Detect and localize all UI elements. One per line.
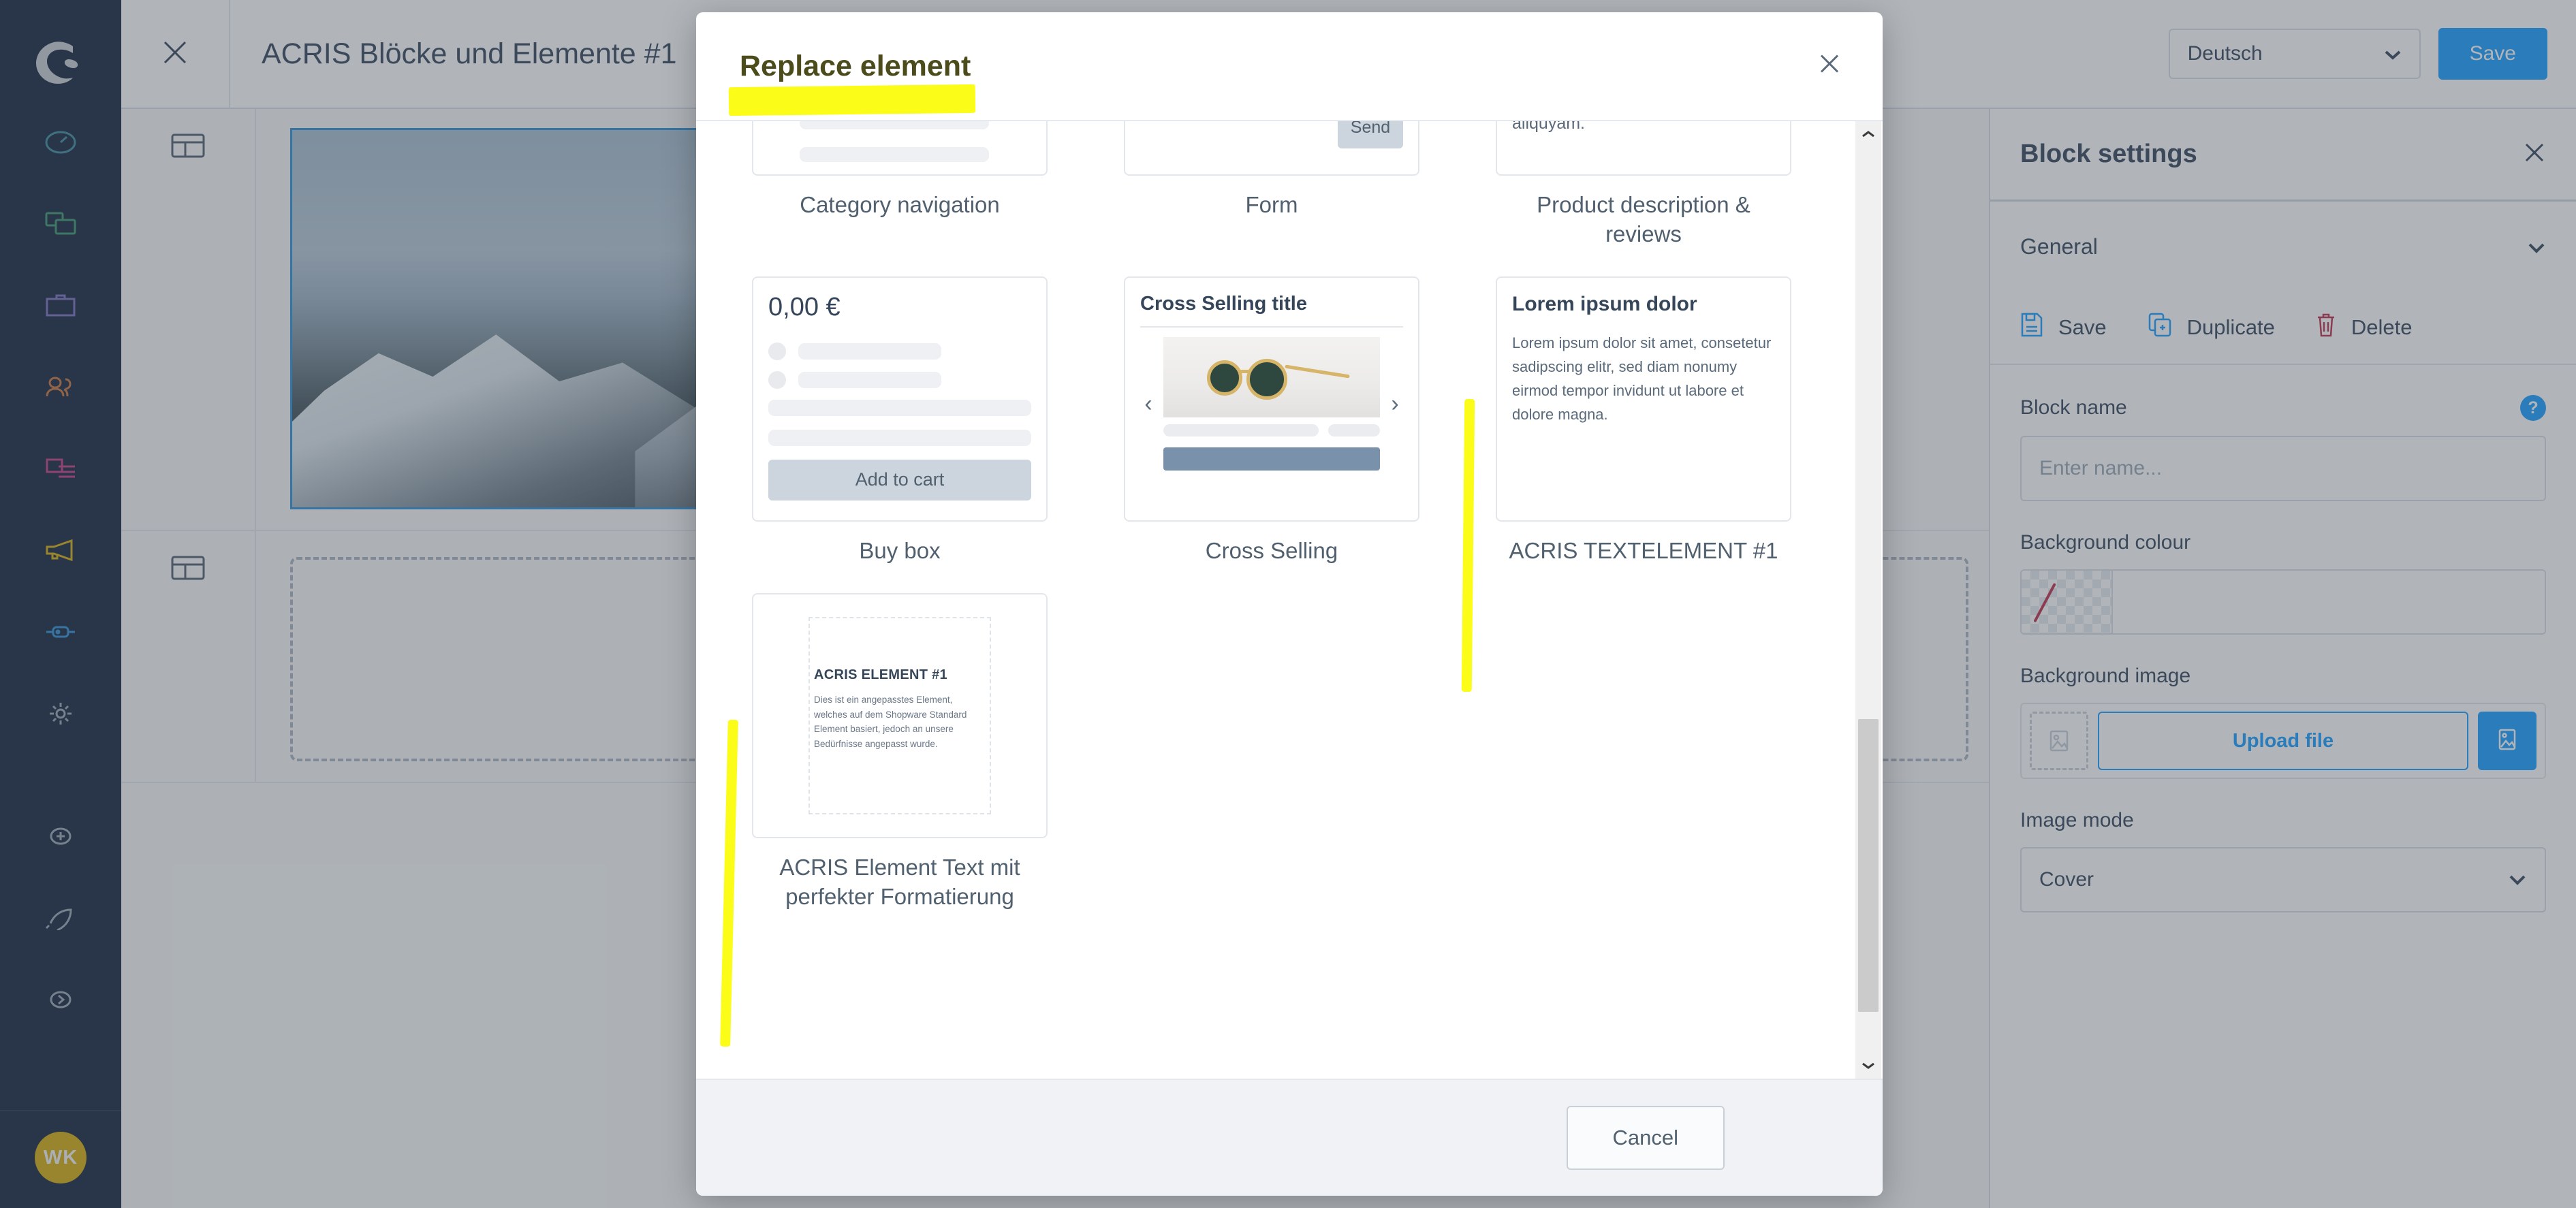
element-grid: Category navigation Send Form sed [752, 121, 1815, 938]
tile-preview[interactable]: ACRIS ELEMENT #1 Dies ist ein angepasste… [752, 592, 1048, 838]
tile-preview[interactable]: sed diam nonumy eirmod tempor invidunt u… [1496, 121, 1791, 176]
sunglasses-photo [1163, 336, 1380, 417]
element-tile-form[interactable]: Send Form [1124, 121, 1419, 276]
skeleton-line [798, 343, 941, 360]
tile-label: Cross Selling [1205, 537, 1338, 563]
scrollbar-track[interactable] [1855, 147, 1881, 1053]
skeleton-line [800, 121, 990, 129]
acris-element-preview-heading: ACRIS ELEMENT #1 [814, 667, 947, 682]
cancel-button[interactable]: Cancel [1566, 1106, 1725, 1170]
modal-body: Category navigation Send Form sed [696, 121, 1883, 1079]
skeleton-line [1328, 424, 1380, 436]
modal-header: Replace element [696, 12, 1883, 121]
close-icon[interactable] [1816, 50, 1843, 82]
skeleton-line [1163, 424, 1319, 436]
tile-label: Form [1245, 192, 1298, 217]
tile-label: ACRIS Element Text mit perfekter Formati… [779, 854, 1020, 909]
element-grid-scroll: Category navigation Send Form sed [696, 121, 1855, 1079]
modal-scrollbar[interactable] [1855, 121, 1881, 1079]
element-tile-buy-box[interactable]: 0,00 € Add to cart Buy box [752, 276, 1048, 593]
tile-preview[interactable]: Lorem ipsum dolor Lorem ipsum dolor sit … [1496, 276, 1791, 522]
form-preview-send-button: Send [1338, 121, 1403, 148]
acris-element-preview-body: Dies ist ein angepasstes Element, welche… [814, 694, 967, 750]
product-description-preview-text: sed diam nonumy eirmod tempor invidunt u… [1512, 121, 1585, 133]
skeleton-line [798, 371, 941, 388]
cross-selling-preview-title: Cross Selling title [1140, 292, 1307, 315]
tile-label: Category navigation [800, 192, 1000, 217]
skeleton-bar [1163, 447, 1380, 471]
acris-textelement-preview-body: Lorem ipsum dolor sit amet, consetetur s… [1512, 334, 1772, 424]
chevron-left-icon[interactable]: ‹ [1140, 392, 1157, 415]
chevron-right-icon[interactable]: › [1387, 392, 1403, 415]
tile-label: Product description & reviews [1537, 192, 1750, 247]
element-tile-product-description-reviews[interactable]: sed diam nonumy eirmod tempor invidunt u… [1496, 121, 1791, 276]
skeleton-line [768, 429, 1031, 446]
scrollbar-thumb[interactable] [1858, 719, 1879, 1012]
element-tile-cross-selling[interactable]: Cross Selling title ‹ › Cross Selling [1124, 276, 1419, 593]
skeleton-dot [768, 342, 786, 360]
skeleton-line [800, 147, 990, 162]
chevron-down-icon[interactable] [1855, 1053, 1881, 1079]
tile-preview[interactable]: Send [1124, 121, 1419, 176]
tile-label: ACRIS TEXTELEMENT #1 [1509, 537, 1778, 563]
modal-footer: Cancel [696, 1079, 1883, 1196]
tile-preview[interactable]: 0,00 € Add to cart [752, 276, 1048, 522]
add-to-cart-preview-button: Add to cart [768, 459, 1031, 500]
buy-box-price: 0,00 € [768, 292, 841, 321]
skeleton-line [768, 399, 1031, 416]
tile-label: Buy box [859, 537, 941, 563]
tile-preview[interactable] [752, 121, 1048, 176]
chevron-up-icon[interactable] [1855, 121, 1881, 147]
acris-textelement-preview-heading: Lorem ipsum dolor [1512, 292, 1697, 315]
replace-element-modal: Replace element Category navigation Send… [696, 12, 1883, 1196]
element-tile-acris-element-text[interactable]: ACRIS ELEMENT #1 Dies ist ein angepasste… [752, 592, 1048, 939]
element-tile-acris-textelement-1[interactable]: Lorem ipsum dolor Lorem ipsum dolor sit … [1496, 276, 1791, 593]
skeleton-dot [768, 370, 786, 389]
title-highlight-annotation [728, 84, 976, 116]
modal-title: Replace element [740, 49, 971, 82]
tile-preview[interactable]: Cross Selling title ‹ › [1124, 276, 1419, 522]
element-tile-category-navigation[interactable]: Category navigation [752, 121, 1048, 276]
divider [1140, 325, 1403, 328]
